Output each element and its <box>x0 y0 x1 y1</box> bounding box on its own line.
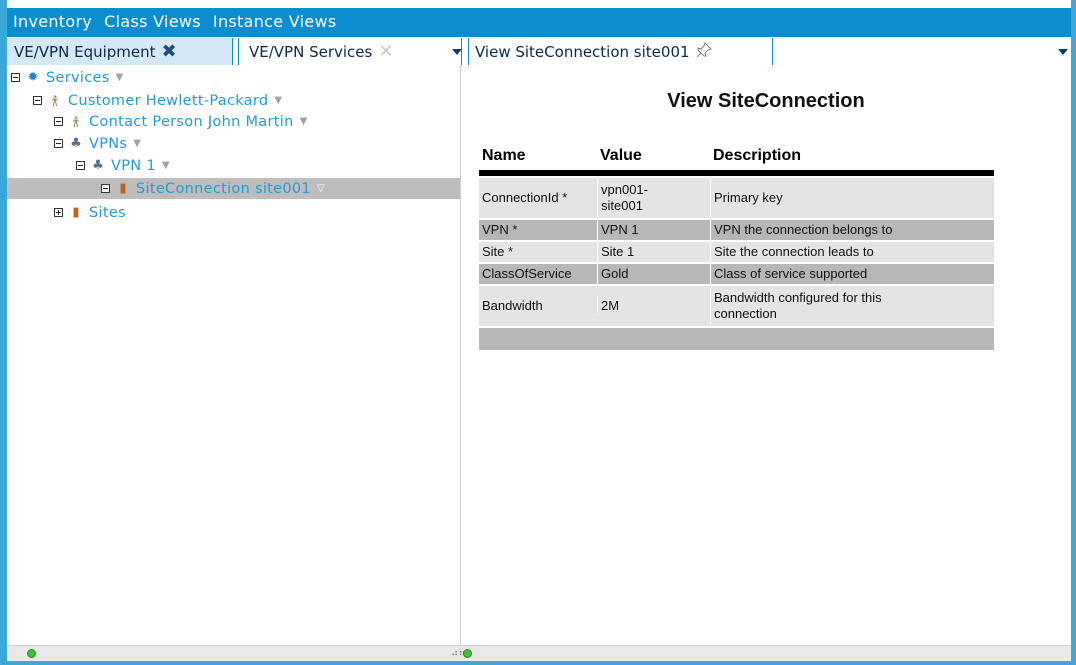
status-led-icon <box>27 649 36 658</box>
tree-item-vpns[interactable]: ♣ VPNs ▼ <box>54 133 141 154</box>
gear-icon: ✹ <box>27 70 39 85</box>
tree-item-customer[interactable]: 𐀪 Customer Hewlett-Packard ▼ <box>33 90 282 111</box>
tab-view-site-connection[interactable]: View SiteConnection site001 <box>468 38 773 65</box>
person-icon: 𐀪 <box>72 115 80 131</box>
close-icon[interactable]: ✕ <box>378 41 393 62</box>
cell-description: Class of service supported <box>710 264 994 284</box>
collapse-icon[interactable] <box>54 139 63 148</box>
chevron-down-icon[interactable]: ▽ <box>317 183 325 194</box>
status-bar: ⠴⠶ <box>7 645 1071 661</box>
table-row: ClassOfService Gold Class of service sup… <box>479 262 994 284</box>
attribute-table: Name Value Description ConnectionId * vp… <box>479 140 994 350</box>
tree-item-site-connection[interactable]: ▮ SiteConnection site001 ▽ <box>7 178 460 199</box>
tab-vpn-services[interactable]: VE/VPN Services ✕ <box>238 38 462 65</box>
tab-label: View SiteConnection site001 <box>475 42 690 61</box>
tree-item-label: Services <box>46 69 110 86</box>
top-edge <box>0 0 1076 5</box>
collapse-icon[interactable] <box>101 184 110 193</box>
vpn-icon: ♣ <box>92 158 104 173</box>
left-frame-border <box>0 0 7 665</box>
vpn-icon: ♣ <box>70 136 82 151</box>
app-window: Inventory Class Views Instance Views VE/… <box>0 0 1076 665</box>
cell-description: Site the connection leads to <box>710 242 994 262</box>
cell-name: Bandwidth <box>482 298 543 313</box>
cell-value: Gold <box>597 264 710 284</box>
table-footer <box>479 326 994 350</box>
table-row: Bandwidth 2M Bandwidth configured for th… <box>479 284 994 326</box>
cell-description: VPN the connection belongs to <box>710 220 994 240</box>
cell-name: ConnectionId * <box>482 190 568 205</box>
expand-icon[interactable] <box>54 208 63 217</box>
close-icon[interactable]: ✖ <box>162 41 177 62</box>
tree-item-label: Sites <box>89 204 126 221</box>
collapse-icon[interactable] <box>54 117 63 126</box>
door-icon: ▮ <box>72 205 80 220</box>
tree-item-contact-person[interactable]: 𐀪 Contact Person John Martin ▼ <box>54 111 307 132</box>
tree-panel: ✹ Services ▼ 𐀪 Customer Hewlett-Packard … <box>7 65 461 645</box>
tab-vpn-equipment[interactable]: VE/VPN Equipment ✖ <box>7 38 233 65</box>
column-header-value: Value <box>600 147 642 164</box>
chevron-down-icon[interactable]: ▼ <box>274 95 282 106</box>
tab-label: VE/VPN Equipment <box>14 42 156 61</box>
tree-item-vpn-1[interactable]: ♣ VPN 1 ▼ <box>76 155 170 176</box>
menu-instance-views[interactable]: Instance Views <box>207 12 343 31</box>
collapse-icon[interactable] <box>76 161 85 170</box>
detail-panel: View SiteConnection Name Value Descripti… <box>461 65 1071 645</box>
cell-name: VPN * <box>482 222 518 237</box>
cell-value: 2M <box>597 296 710 316</box>
column-header-description: Description <box>713 147 802 164</box>
tab-bar: VE/VPN Equipment ✖ VE/VPN Services ✕ Vie… <box>7 35 1071 65</box>
tree-item-label: VPN 1 <box>111 157 156 174</box>
pin-icon[interactable] <box>696 41 712 62</box>
menu-inventory[interactable]: Inventory <box>7 12 98 31</box>
collapse-icon[interactable] <box>33 96 42 105</box>
tree-item-label: Contact Person John Martin <box>89 113 294 130</box>
column-header-name: Name <box>482 147 526 164</box>
door-icon: ▮ <box>119 181 127 196</box>
chevron-down-icon[interactable]: ▼ <box>133 138 141 149</box>
tab-dropdown-icon[interactable] <box>452 49 462 55</box>
table-header: Name Value Description <box>479 140 994 176</box>
cell-description: Primary key <box>710 178 994 218</box>
tree-item-label: SiteConnection site001 <box>136 180 311 197</box>
tree-item-label: VPNs <box>89 135 128 152</box>
collapse-icon[interactable] <box>11 73 20 82</box>
page-title: View SiteConnection <box>667 90 865 112</box>
cell-name: Site * <box>482 244 514 259</box>
tree-item-services[interactable]: ✹ Services ▼ <box>11 67 123 88</box>
person-icon: 𐀪 <box>51 94 59 110</box>
table-row: ConnectionId * vpn001-site001 Primary ke… <box>479 176 994 218</box>
tree-item-sites[interactable]: ▮ Sites <box>54 202 126 223</box>
right-frame-border <box>1071 0 1076 665</box>
menu-bar: Inventory Class Views Instance Views <box>7 8 1071 35</box>
status-led-icon <box>463 649 472 658</box>
cell-value: VPN 1 <box>597 220 710 240</box>
chevron-down-icon[interactable]: ▼ <box>300 116 308 127</box>
chevron-down-icon[interactable]: ▼ <box>162 160 170 171</box>
cell-value: vpn001-site001 <box>597 178 710 218</box>
chevron-down-icon[interactable]: ▼ <box>116 72 124 83</box>
tab-overflow-dropdown-icon[interactable] <box>1058 49 1068 55</box>
menu-class-views[interactable]: Class Views <box>98 12 207 31</box>
tab-label: VE/VPN Services <box>249 42 373 61</box>
cell-name: ClassOfService <box>482 266 572 281</box>
cell-value: Site 1 <box>597 242 710 262</box>
table-row: Site * Site 1 Site the connection leads … <box>479 240 994 262</box>
table-row: VPN * VPN 1 VPN the connection belongs t… <box>479 218 994 240</box>
tree-item-label: Customer Hewlett-Packard <box>68 92 269 109</box>
cell-description: Bandwidth configured for this connection <box>710 288 930 324</box>
